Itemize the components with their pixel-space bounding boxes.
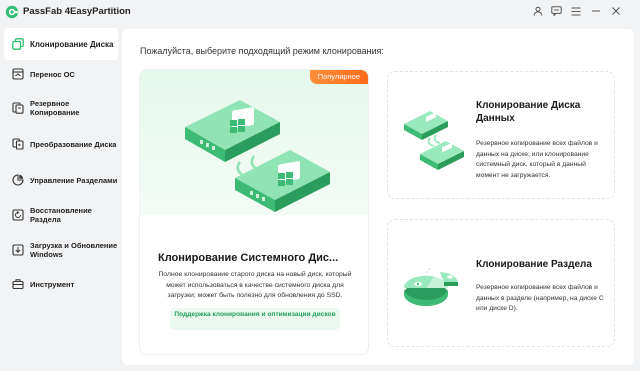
clone-disk-icon: [12, 38, 24, 50]
pie-chart-icon: [12, 174, 24, 186]
title-bar: PassFab 4EasyPartition: [0, 0, 640, 24]
sidebar: Клонирование Диска Перенос ОС Резервное …: [0, 26, 122, 371]
data-disk-art-icon: [404, 111, 464, 170]
sidebar-item-label: Клонирование Диска: [30, 39, 114, 49]
toolbox-icon: [12, 279, 24, 290]
partition-clone-card[interactable]: Клонирование Раздела Резервное копирован…: [387, 219, 615, 347]
partition-art-icon: [403, 267, 458, 306]
disk-clone-art-icon: [185, 100, 330, 212]
sidebar-item-partition-restore[interactable]: Восстановление Раздела: [4, 199, 118, 231]
minimize-icon[interactable]: [589, 4, 603, 18]
system-disk-clone-card[interactable]: Популярное Клонирование Системного Дис..…: [139, 69, 369, 355]
sidebar-item-label: Преобразование Диска: [30, 139, 117, 149]
sidebar-item-label: Резервное Копирование: [30, 99, 80, 117]
sidebar-item-partition-manage[interactable]: Управление Разделами: [4, 164, 118, 196]
user-icon[interactable]: [531, 4, 545, 18]
system-disk-illustration: [140, 70, 368, 215]
sidebar-item-os-migrate[interactable]: Перенос ОС: [4, 58, 118, 90]
card-description: Полное клонирование старого диска на нов…: [158, 271, 352, 299]
app-logo-icon: [5, 5, 19, 19]
main-panel: Пожалуйста, выберите подходящий режим кл…: [122, 29, 634, 365]
restore-icon: [12, 209, 24, 221]
sidebar-item-windows-download[interactable]: Загрузка и Обновление Windows: [4, 234, 118, 266]
sidebar-item-clone-disk[interactable]: Клонирование Диска: [4, 28, 118, 60]
download-icon: [12, 244, 24, 256]
sidebar-item-label: Управление Разделами: [30, 175, 118, 185]
sidebar-item-label: Инструмент: [30, 279, 75, 289]
card-title: Клонирование Раздела: [476, 259, 592, 270]
sidebar-item-convert-disk[interactable]: Преобразование Диска: [4, 128, 118, 160]
menu-icon[interactable]: [569, 4, 583, 18]
backup-icon: [12, 102, 24, 114]
card-title: Клонирование Диска Данных: [476, 100, 581, 124]
support-tag: Поддержка клонирования и оптимизации дис…: [170, 308, 340, 330]
convert-disk-icon: [12, 138, 24, 150]
sidebar-item-backup[interactable]: Резервное Копирование: [4, 92, 118, 124]
os-migrate-icon: [12, 68, 24, 80]
feedback-icon[interactable]: [549, 4, 563, 18]
card-title: Клонирование Системного Дис...: [158, 252, 339, 264]
card-description: Резервное копирование всех файлов и данн…: [476, 140, 598, 179]
sidebar-item-tools[interactable]: Инструмент: [4, 268, 118, 300]
popular-badge: Популярное: [309, 70, 368, 84]
sidebar-item-label: Восстановление Раздела: [30, 206, 92, 224]
app-title: PassFab 4EasyPartition: [23, 6, 131, 17]
card-description: Резервное копирование всех файлов и данн…: [476, 284, 604, 312]
sidebar-item-label: Загрузка и Обновление Windows: [30, 241, 118, 259]
sidebar-item-label: Перенос ОС: [30, 69, 75, 79]
close-icon[interactable]: [609, 4, 623, 18]
data-disk-clone-card[interactable]: Клонирование Диска Данных Резервное копи…: [387, 71, 615, 199]
page-title: Пожалуйста, выберите подходящий режим кл…: [140, 46, 384, 56]
